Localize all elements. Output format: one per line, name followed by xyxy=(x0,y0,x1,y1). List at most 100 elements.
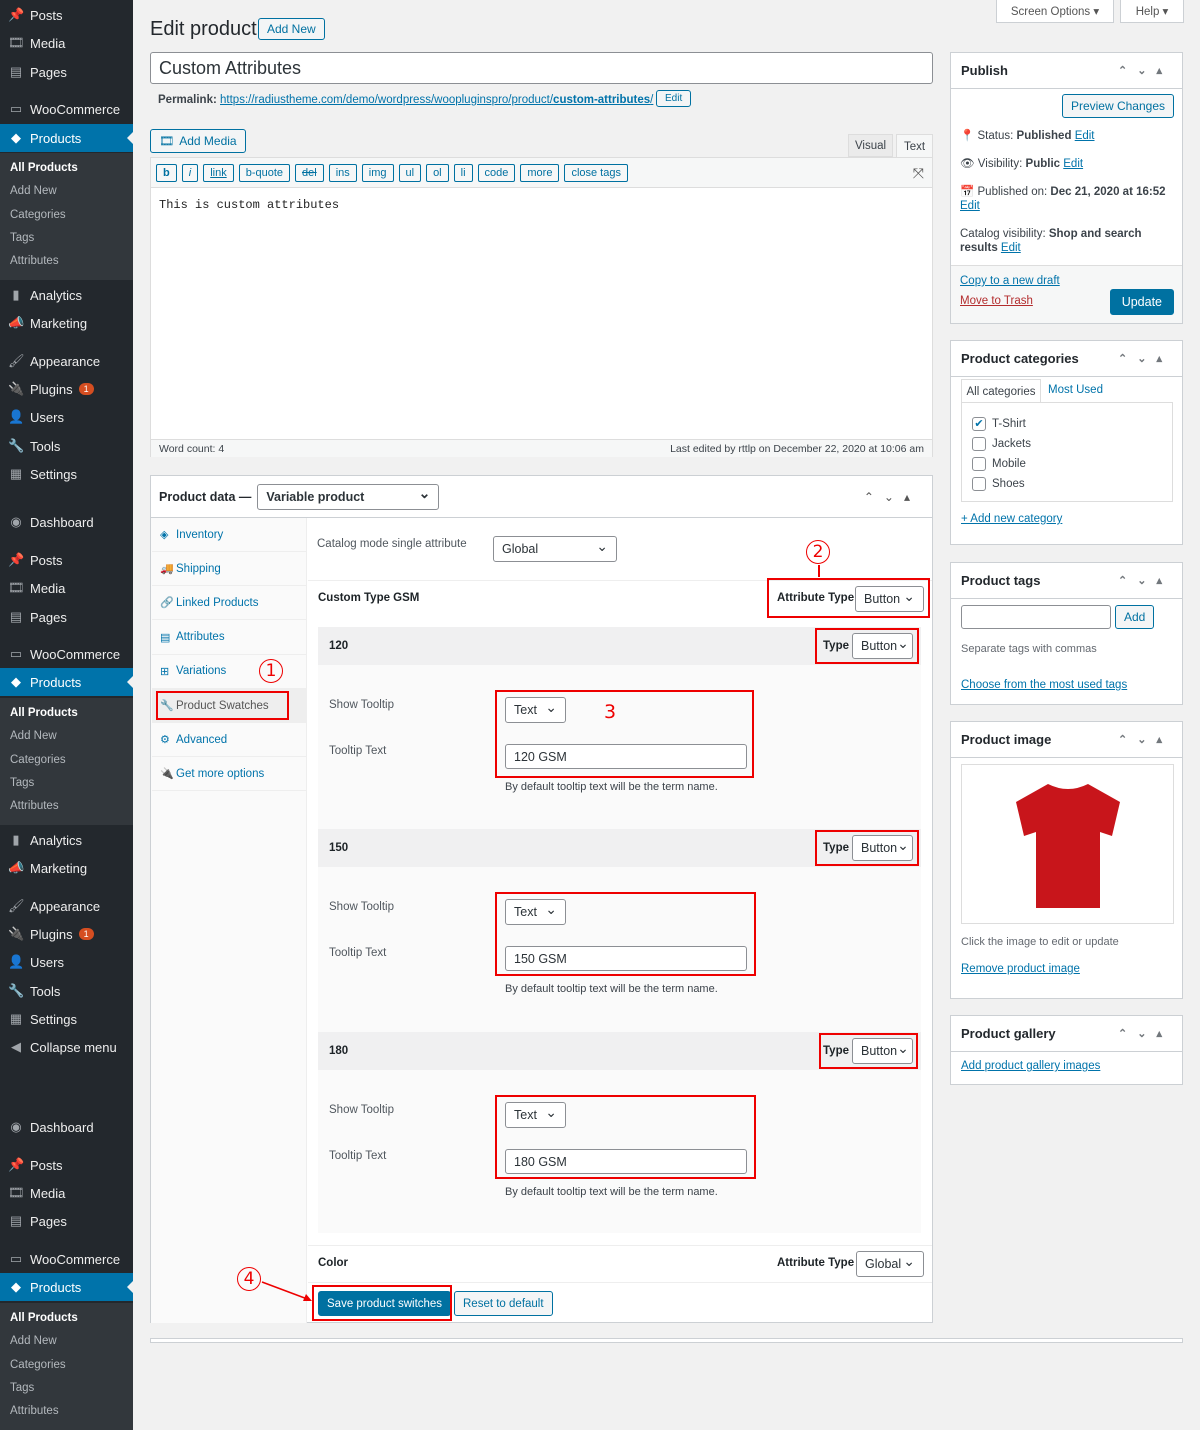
product-image[interactable] xyxy=(961,764,1174,924)
submenu-all-products[interactable]: All Products xyxy=(10,1312,78,1324)
tab-visual[interactable]: Visual xyxy=(848,134,893,157)
quicktag-del[interactable]: del xyxy=(295,163,324,182)
box-controls[interactable]: ⌃⌄▴ xyxy=(1118,1027,1172,1040)
help-button[interactable]: Help ▾ xyxy=(1120,0,1184,23)
sidebar-item-pages[interactable]: ▤ Pages xyxy=(0,58,133,86)
product-tab-inventory[interactable]: ◈ Inventory xyxy=(152,518,306,552)
sidebar-item-appearance[interactable]: 🖌 Appearance xyxy=(0,347,133,375)
update-button[interactable]: Update xyxy=(1109,289,1174,315)
sidebar-item-woocommerce[interactable]: ▭ WooCommerce xyxy=(0,95,133,123)
quicktag-b[interactable]: b xyxy=(156,163,177,182)
quicktag-ins[interactable]: ins xyxy=(328,163,357,182)
add-new-button[interactable]: Add New xyxy=(258,18,325,40)
sidebar-item-media[interactable]: 🎞 Media xyxy=(0,574,133,602)
quicktag-img[interactable]: img xyxy=(361,163,394,182)
sidebar-item-media[interactable]: 🎞 Media xyxy=(0,1179,133,1207)
content-textarea[interactable]: This is custom attributes xyxy=(151,188,932,439)
quicktag-b-quote[interactable]: b-quote xyxy=(238,163,291,182)
trash-link[interactable]: Move to Trash xyxy=(960,295,1033,307)
quicktag-ol[interactable]: ol xyxy=(426,163,449,182)
sidebar-item-collapse-menu[interactable]: ◀ Collapse menu xyxy=(0,1033,133,1061)
submenu-all-products[interactable]: All Products xyxy=(10,162,78,174)
sidebar-item-analytics[interactable]: ▮ Analytics xyxy=(0,281,133,309)
copy-draft-link[interactable]: Copy to a new draft xyxy=(960,275,1060,287)
add-gallery-link[interactable]: Add product gallery images xyxy=(961,1060,1100,1072)
permalink-link[interactable]: https://radiustheme.com/demo/wordpress/w… xyxy=(220,94,653,106)
quicktag-link[interactable]: link xyxy=(203,163,234,182)
sidebar-item-posts[interactable]: 📌 Posts xyxy=(0,546,133,574)
sidebar-item-dashboard[interactable]: ◉ Dashboard xyxy=(0,508,133,536)
fullscreen-icon[interactable]: ⤧ xyxy=(913,165,924,182)
sidebar-item-products[interactable]: ◆ Products xyxy=(0,1273,133,1301)
add-media-button[interactable]: 🎞 Add Media xyxy=(150,129,246,153)
sidebar-item-plugins[interactable]: 🔌 Plugins 1 xyxy=(0,375,133,403)
submenu-attributes[interactable]: Attributes xyxy=(10,1405,59,1417)
add-category-link[interactable]: + Add new category xyxy=(961,513,1062,525)
box-controls[interactable]: ⌃⌄▴ xyxy=(864,490,920,504)
submenu-categories[interactable]: Categories xyxy=(10,209,66,221)
sidebar-item-products[interactable]: ◆ Products xyxy=(0,668,133,696)
sidebar-item-tools[interactable]: 🔧 Tools xyxy=(0,977,133,1005)
box-controls[interactable]: ⌃⌄▴ xyxy=(1118,733,1172,746)
submenu-attributes[interactable]: Attributes xyxy=(10,255,59,267)
sidebar-item-pages[interactable]: ▤ Pages xyxy=(0,1207,133,1235)
sidebar-item-posts[interactable]: 📌 Posts xyxy=(0,1151,133,1179)
sidebar-item-woocommerce[interactable]: ▭ WooCommerce xyxy=(0,640,133,668)
sidebar-item-products[interactable]: ◆ Products xyxy=(0,124,133,152)
quicktag-close-tags[interactable]: close tags xyxy=(564,163,628,182)
submenu-add-new[interactable]: Add New xyxy=(10,730,57,742)
quicktag-more[interactable]: more xyxy=(520,163,560,182)
sidebar-item-analytics[interactable]: ▮ Analytics xyxy=(0,826,133,854)
color-attribute-type-select[interactable]: Global xyxy=(856,1251,924,1277)
catalog-mode-select[interactable]: Global xyxy=(493,536,617,562)
tag-input[interactable] xyxy=(961,605,1111,629)
tab-text[interactable]: Text xyxy=(896,134,933,158)
box-controls[interactable]: ⌃⌄▴ xyxy=(1118,574,1172,587)
sidebar-item-media[interactable]: 🎞 Media xyxy=(0,29,133,57)
product-tab-linked-products[interactable]: 🔗 Linked Products xyxy=(152,586,306,621)
add-tag-button[interactable]: Add xyxy=(1115,605,1155,629)
submenu-categories[interactable]: Categories xyxy=(10,754,66,766)
reset-default-button[interactable]: Reset to default xyxy=(454,1291,553,1316)
product-tab-attributes[interactable]: ▤ Attributes xyxy=(152,621,306,655)
product-tab-shipping[interactable]: 🚚 Shipping xyxy=(152,552,306,587)
submenu-all-products[interactable]: All Products xyxy=(10,707,78,719)
box-controls[interactable]: ⌃⌄▴ xyxy=(1118,64,1172,77)
sidebar-item-marketing[interactable]: 📣 Marketing xyxy=(0,854,133,882)
submenu-add-new[interactable]: Add New xyxy=(10,1335,57,1347)
post-title-input[interactable]: Custom Attributes xyxy=(150,52,933,84)
sidebar-item-dashboard[interactable]: ◉ Dashboard xyxy=(0,1113,133,1141)
tab-all-categories[interactable]: All categories xyxy=(961,379,1041,403)
sidebar-item-posts[interactable]: 📌 Posts xyxy=(0,1,133,29)
product-type-select[interactable]: Variable product xyxy=(257,483,440,510)
quicktag-ul[interactable]: ul xyxy=(398,163,422,182)
visibility-edit-link[interactable]: Edit xyxy=(1063,158,1083,170)
catalog-edit-link[interactable]: Edit xyxy=(1001,242,1021,254)
submenu-tags[interactable]: Tags xyxy=(10,232,34,244)
status-edit-link[interactable]: Edit xyxy=(1075,130,1095,142)
remove-image-link[interactable]: Remove product image xyxy=(961,963,1080,975)
submenu-add-new[interactable]: Add New xyxy=(10,185,57,197)
sidebar-item-pages[interactable]: ▤ Pages xyxy=(0,603,133,631)
submenu-attributes[interactable]: Attributes xyxy=(10,800,59,812)
choose-tags-link[interactable]: Choose from the most used tags xyxy=(961,679,1127,691)
sidebar-item-appearance[interactable]: 🖌 Appearance xyxy=(0,892,133,920)
product-tab-get-more-options[interactable]: 🔌 Get more options xyxy=(152,757,306,792)
submenu-categories[interactable]: Categories xyxy=(10,1359,66,1371)
sidebar-item-users[interactable]: 👤 Users xyxy=(0,403,133,431)
submenu-tags[interactable]: Tags xyxy=(10,777,34,789)
sidebar-item-settings[interactable]: ▦ Settings xyxy=(0,1005,133,1033)
sidebar-item-plugins[interactable]: 🔌 Plugins 1 xyxy=(0,920,133,948)
sidebar-item-marketing[interactable]: 📣 Marketing xyxy=(0,309,133,337)
category-checkbox[interactable]: Jackets xyxy=(972,437,1162,451)
tab-most-used[interactable]: Most Used xyxy=(1048,384,1103,396)
quicktag-li[interactable]: li xyxy=(453,163,473,182)
permalink-edit-button[interactable]: Edit xyxy=(656,90,692,107)
category-checkbox[interactable]: Mobile xyxy=(972,457,1162,471)
sidebar-item-woocommerce[interactable]: ▭ WooCommerce xyxy=(0,1245,133,1273)
quicktag-code[interactable]: code xyxy=(477,163,516,182)
category-checkbox[interactable]: Shoes xyxy=(972,477,1162,491)
product-tab-advanced[interactable]: ⚙ Advanced xyxy=(152,723,306,758)
category-checkbox[interactable]: ✔ T-Shirt xyxy=(972,417,1162,431)
preview-changes-button[interactable]: Preview Changes xyxy=(1061,94,1174,118)
